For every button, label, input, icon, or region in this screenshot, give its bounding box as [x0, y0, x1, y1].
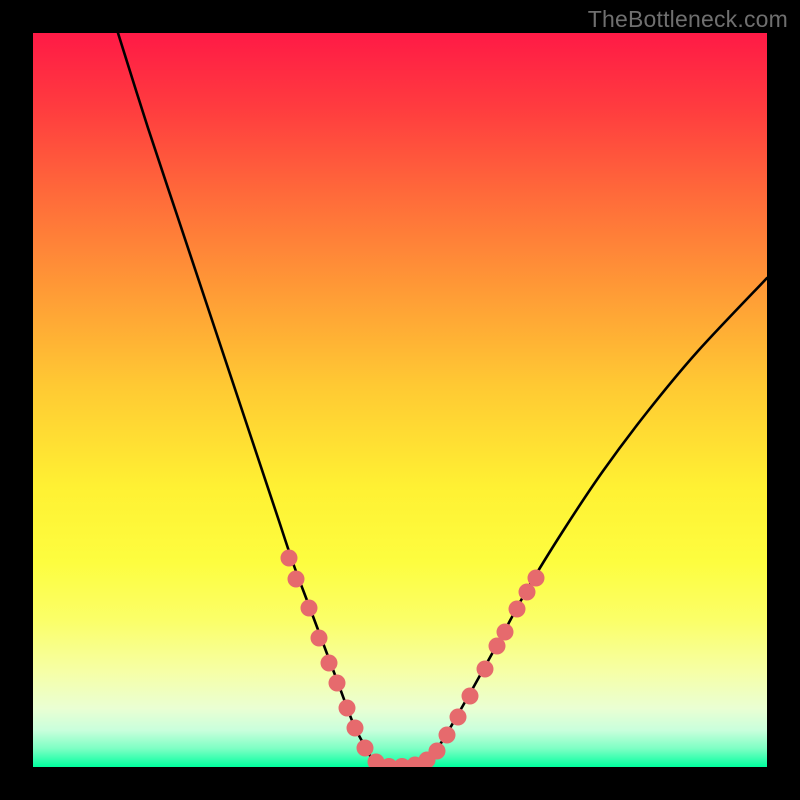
marker-dot	[429, 743, 446, 760]
marker-dot	[301, 600, 318, 617]
bottleneck-curve	[118, 33, 767, 767]
marker-dot	[528, 570, 545, 587]
marker-dot	[519, 584, 536, 601]
plot-area	[33, 33, 767, 767]
marker-dot	[497, 624, 514, 641]
marker-dot	[329, 675, 346, 692]
marker-dot	[311, 630, 328, 647]
marker-dot	[357, 740, 374, 757]
marker-dot	[288, 571, 305, 588]
marker-dot	[321, 655, 338, 672]
marker-dot	[339, 700, 356, 717]
chart-svg	[33, 33, 767, 767]
marker-dot	[509, 601, 526, 618]
marker-dot	[439, 727, 456, 744]
marker-dots	[281, 550, 545, 768]
watermark-text: TheBottleneck.com	[588, 6, 788, 33]
chart-frame: TheBottleneck.com	[0, 0, 800, 800]
marker-dot	[347, 720, 364, 737]
marker-dot	[477, 661, 494, 678]
marker-dot	[462, 688, 479, 705]
marker-dot	[450, 709, 467, 726]
marker-dot	[281, 550, 298, 567]
